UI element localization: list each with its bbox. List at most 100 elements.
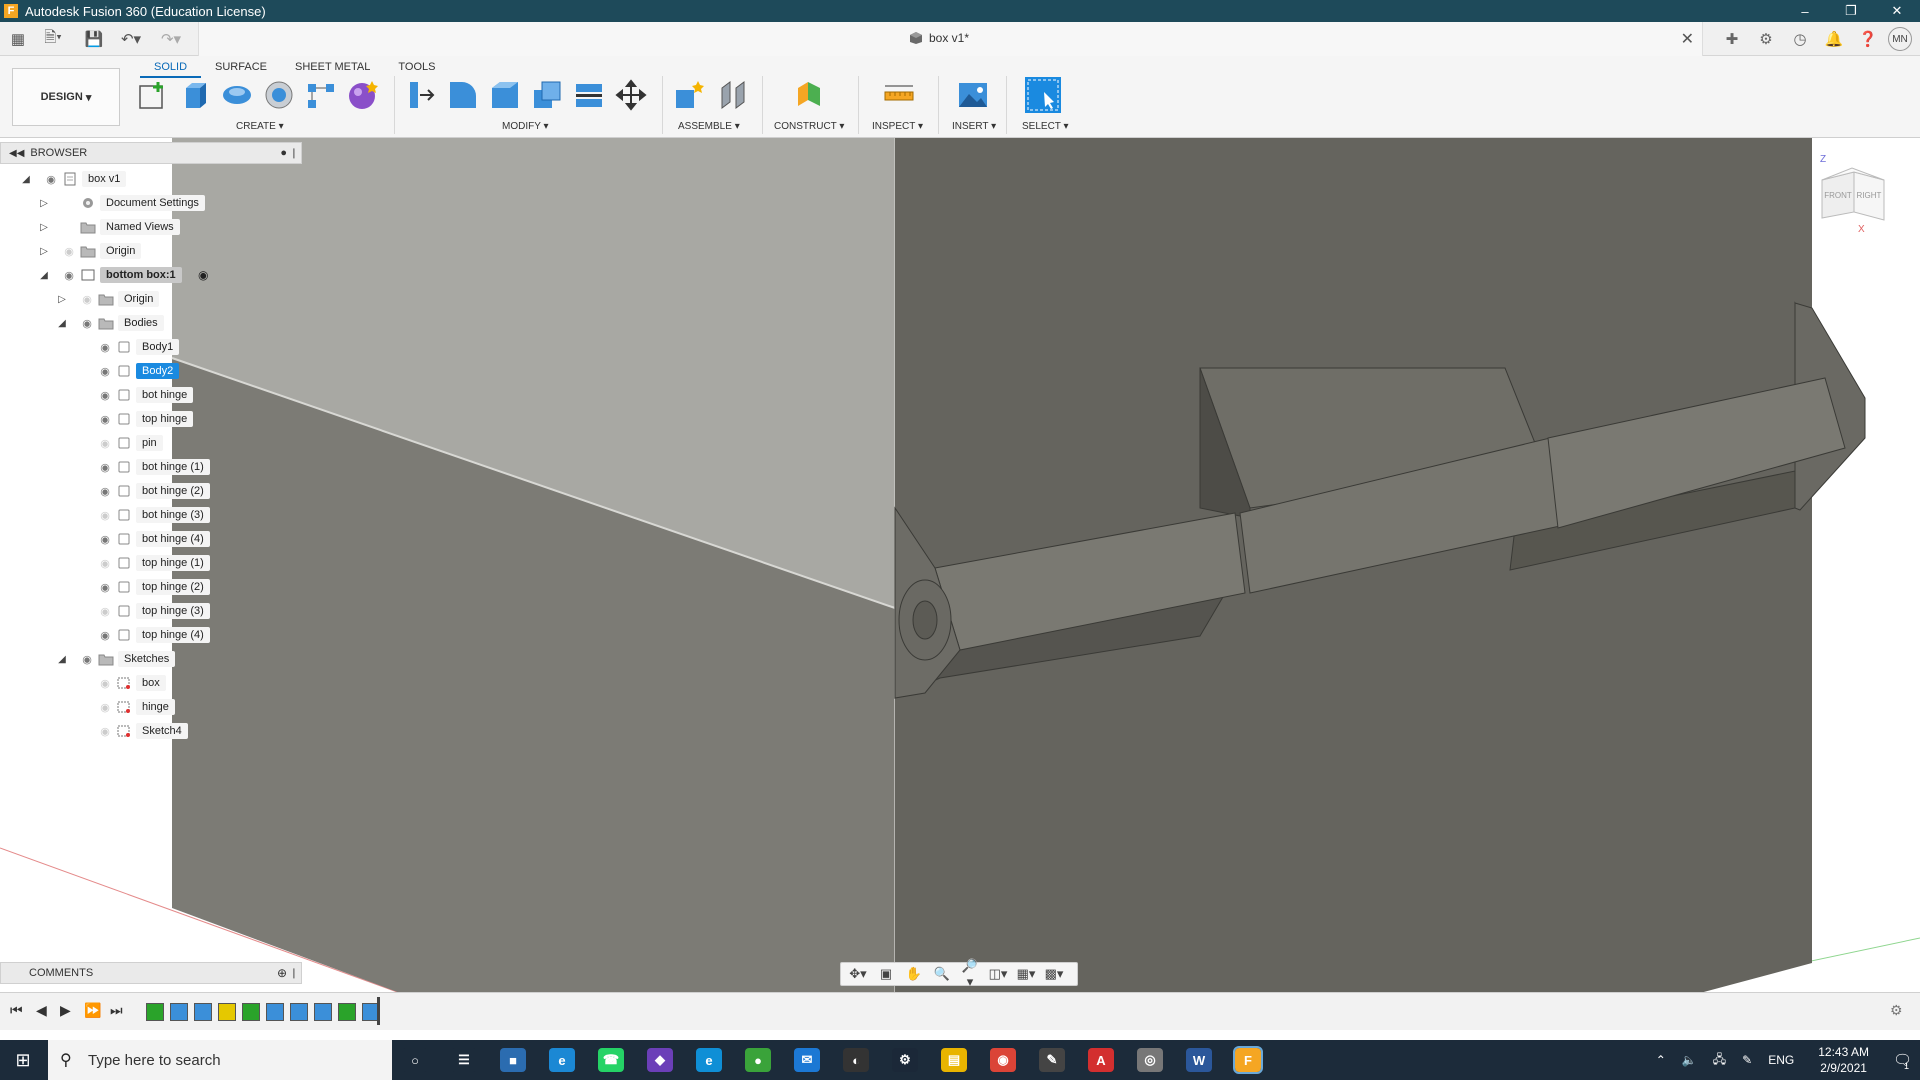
select-icon[interactable]	[1024, 76, 1062, 114]
play-icon[interactable]: ▶	[60, 1002, 71, 1019]
visibility-eye-icon[interactable]: ◉	[98, 556, 112, 570]
app-purple-icon[interactable]: ◆	[647, 1048, 673, 1072]
user-avatar[interactable]: MN	[1888, 27, 1912, 51]
timeline-feature-icon[interactable]	[314, 1003, 332, 1021]
expand-icon[interactable]: ▷	[38, 221, 50, 233]
visibility-eye-icon[interactable]: ◉	[98, 460, 112, 474]
comments-pin-icon[interactable]: ❙	[290, 968, 298, 979]
step-back-icon[interactable]: ◀	[36, 1002, 47, 1019]
browser-row[interactable]: ◢ ◉ Sketches	[0, 648, 302, 670]
visibility-eye-icon[interactable]: ◉	[98, 364, 112, 378]
document-tab[interactable]: box v1* ✕	[198, 22, 1703, 56]
app-dark-icon[interactable]: ◐	[843, 1048, 869, 1072]
network-icon[interactable]: 🖧	[1705, 1050, 1734, 1071]
browser-row[interactable]: ▷ Named Views	[0, 216, 302, 238]
timeline-feature-icon[interactable]	[218, 1003, 236, 1021]
go-to-end-icon[interactable]: ⏭	[110, 1002, 123, 1019]
joint-icon[interactable]	[716, 78, 750, 112]
timeline-feature-icon[interactable]	[338, 1003, 356, 1021]
assemble-menu[interactable]: ASSEMBLE ▾	[678, 121, 740, 132]
acrobat-icon[interactable]: A	[1088, 1048, 1114, 1072]
visibility-eye-icon[interactable]: ◉	[98, 628, 112, 642]
zoom-icon[interactable]: 🔍	[931, 966, 953, 982]
fit-icon[interactable]: 🔎▾	[959, 958, 981, 990]
visibility-eye-icon[interactable]: ◉	[98, 388, 112, 402]
measure-icon[interactable]	[882, 78, 916, 112]
insert-menu[interactable]: INSERT ▾	[952, 121, 996, 132]
timeline-feature-icon[interactable]	[242, 1003, 260, 1021]
grid-settings-icon[interactable]: ▦▾	[1015, 966, 1037, 982]
file-explorer-icon[interactable]: ▤	[941, 1048, 967, 1072]
visibility-eye-icon[interactable]: ◉	[98, 604, 112, 618]
collapse-browser-icon[interactable]: ◀◀	[9, 148, 24, 159]
browser-row[interactable]: ▷ ◉ Origin	[0, 240, 302, 262]
shell-icon[interactable]	[530, 78, 564, 112]
visibility-eye-icon[interactable]: ◉	[98, 580, 112, 594]
visibility-eye-icon[interactable]: ◉	[98, 412, 112, 426]
browser-row[interactable]: ◉ Sketch4	[0, 720, 302, 742]
pattern-icon[interactable]	[304, 78, 338, 112]
visibility-eye-icon[interactable]: ◉	[98, 508, 112, 522]
word-icon[interactable]: W	[1186, 1048, 1212, 1072]
revolve-icon[interactable]	[220, 78, 254, 112]
comments-panel-header[interactable]: COMMENTS ⊕ ❙	[0, 962, 302, 984]
create-sketch-icon[interactable]	[136, 78, 170, 112]
timeline-feature-icon[interactable]	[170, 1003, 188, 1021]
browser-row[interactable]: ◢ ◉ box v1	[0, 168, 302, 190]
browser-row[interactable]: ◉ bot hinge (1)	[0, 456, 302, 478]
browser-row[interactable]: ◉ bot hinge (4)	[0, 528, 302, 550]
save-icon[interactable]: 💾	[84, 28, 104, 50]
close-window-icon[interactable]: ✕	[1874, 0, 1920, 22]
visibility-eye-icon[interactable]: ◉	[98, 340, 112, 354]
windows-start-icon[interactable]: ⊞	[0, 1040, 46, 1080]
browser-row[interactable]: ◉ bot hinge	[0, 384, 302, 406]
browser-row[interactable]: ◉ bot hinge (3)	[0, 504, 302, 526]
undo-icon[interactable]: ↶▾	[116, 28, 146, 50]
inspect-menu[interactable]: INSPECT ▾	[872, 121, 923, 132]
new-tab-icon[interactable]: ✚	[1718, 25, 1746, 53]
notifications-icon[interactable]: 🔔	[1820, 25, 1848, 53]
timeline-settings-icon[interactable]: ⚙	[1890, 1002, 1903, 1019]
app-pen-icon[interactable]: ✎	[1039, 1048, 1065, 1072]
modify-menu[interactable]: MODIFY ▾	[502, 121, 549, 132]
clock[interactable]: 12:43 AM 2/9/2021	[1802, 1044, 1885, 1076]
expand-icon[interactable]: ▷	[56, 293, 68, 305]
browser-row[interactable]: ◢ ◉ bottom box:1 ◉	[0, 264, 302, 286]
tray-overflow-icon[interactable]: ⌃	[1648, 1053, 1674, 1067]
expand-icon[interactable]: ▷	[38, 197, 50, 209]
browser-row[interactable]: ◢ ◉ Bodies	[0, 312, 302, 334]
workspace-switcher[interactable]: DESIGN ▾	[12, 68, 120, 126]
combine-icon[interactable]	[572, 78, 606, 112]
language-indicator[interactable]: ENG	[1760, 1053, 1802, 1067]
job-status-icon[interactable]: ◷	[1786, 25, 1814, 53]
create-menu[interactable]: CREATE ▾	[236, 121, 284, 132]
step-forward-icon[interactable]: ⏩	[84, 1002, 101, 1019]
chrome-icon[interactable]: ◉	[990, 1048, 1016, 1072]
restore-icon[interactable]: ❐	[1828, 0, 1874, 22]
extrude-icon[interactable]	[178, 78, 212, 112]
cortana-icon[interactable]: ○	[402, 1048, 428, 1072]
visibility-eye-icon[interactable]: ◉	[98, 700, 112, 714]
close-tab-icon[interactable]: ✕	[1681, 29, 1694, 49]
collapse-icon[interactable]: ◢	[56, 317, 68, 329]
browser-row[interactable]: ◉ top hinge (4)	[0, 624, 302, 646]
extensions-icon[interactable]: ⚙	[1752, 25, 1780, 53]
press-pull-icon[interactable]	[404, 78, 438, 112]
timeline-feature-icon[interactable]	[266, 1003, 284, 1021]
move-copy-icon[interactable]	[614, 78, 648, 112]
insert-image-icon[interactable]	[956, 78, 990, 112]
browser-row[interactable]: ◉ Body1	[0, 336, 302, 358]
browser-row[interactable]: ◉ top hinge (2)	[0, 576, 302, 598]
add-comment-icon[interactable]: ⊕	[277, 966, 287, 980]
edge-icon[interactable]: e	[696, 1048, 722, 1072]
collapse-icon[interactable]: ◢	[56, 653, 68, 665]
timeline-feature-icon[interactable]	[290, 1003, 308, 1021]
collapse-icon[interactable]: ◢	[20, 173, 32, 185]
redo-icon[interactable]: ↷▾	[156, 28, 186, 50]
visibility-eye-icon[interactable]: ◉	[80, 652, 94, 666]
viewports-icon[interactable]: ▩▾	[1043, 966, 1065, 982]
go-to-start-icon[interactable]: ⏮	[10, 1002, 23, 1019]
view-cube[interactable]: FRONT RIGHT Z X	[1814, 152, 1890, 234]
browser-row[interactable]: ◉ pin	[0, 432, 302, 454]
visibility-eye-icon[interactable]: ◉	[98, 484, 112, 498]
